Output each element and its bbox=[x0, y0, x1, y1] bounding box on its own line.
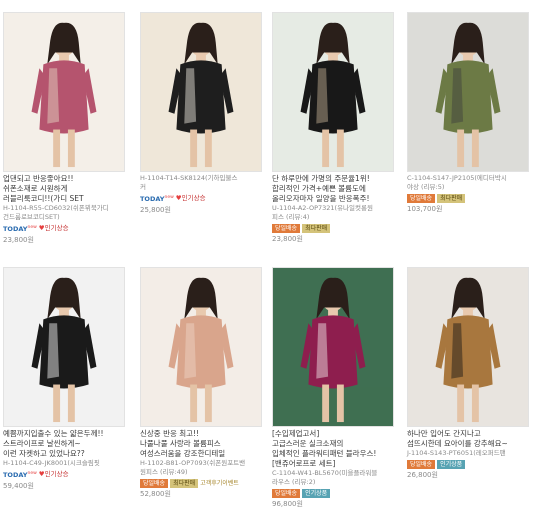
product-photo[interactable] bbox=[3, 267, 125, 427]
product-photo[interactable] bbox=[140, 12, 262, 172]
popular-badge: ♥인기상승 bbox=[38, 224, 69, 233]
product-card[interactable]: 단 하루만에 가명의 주문율1위! 합리적인 가격+예쁜 볼륨도에 올리오자마자… bbox=[272, 12, 394, 244]
product-card[interactable]: 예쁨까지입출수 있는 얇은두께!! 스트라이프로 날씬하게~ 이런 자켓하고 있… bbox=[3, 267, 125, 491]
badge-row: 당일배송 최다판매 고객후기이벤트 bbox=[140, 478, 262, 488]
product-description[interactable]: 신상중 반응 최고!! 나풀나풀 사랑라 볼륨피스 여성스러움을 강조한디테일 bbox=[140, 429, 262, 459]
product-price: 103,700원 bbox=[407, 205, 443, 213]
product-photo[interactable] bbox=[3, 12, 125, 172]
popular-item-badge: 인기상품 bbox=[437, 459, 466, 469]
product-code[interactable]: H-1104-C49-JK8001(시크슬림핏 bbox=[3, 459, 125, 468]
best-seller-badge: 최다판매 bbox=[170, 478, 199, 488]
product-card[interactable]: 업댄되고 반응좋아요!! 쉬폰소재로 시원하게 러블리룩코디!!(가디 SET … bbox=[3, 12, 125, 245]
new-marker: new bbox=[27, 225, 37, 230]
product-code[interactable]: C-1104-S147-JP2105(에디터박시 야상 (리뷰:5) bbox=[407, 174, 529, 192]
product-code[interactable]: C-1104-W41-BL5670(미을플라워블 라우스 (리뷰:2) bbox=[272, 469, 394, 487]
popular-item-badge: 인기상품 bbox=[302, 488, 331, 498]
product-code[interactable]: J-1104-S143-PT6051(레오퍼드팬 bbox=[407, 449, 529, 458]
floral-blouse-photo bbox=[273, 268, 393, 426]
product-code[interactable]: H-1104-R55-CD6032(쉬폰뷔북가디 건드룸로브코디SET) bbox=[3, 204, 125, 222]
same-day-delivery-badge: 당일배송 bbox=[272, 223, 301, 233]
best-seller-badge: 최다판매 bbox=[437, 193, 466, 203]
popular-badge: ♥인기상승 bbox=[175, 194, 206, 203]
today-badge: TODAYnew bbox=[140, 195, 174, 204]
product-description[interactable]: [수입제업고서] 고급스러운 실크소재의 입체적인 플라워티패턴 블라우스! [… bbox=[272, 429, 394, 469]
new-marker: new bbox=[164, 195, 174, 200]
khaki-parka-photo bbox=[408, 13, 528, 171]
striped-jacket-photo bbox=[4, 268, 124, 426]
geometric-skirt-photo bbox=[141, 13, 261, 171]
product-card[interactable]: H-1104-T14-SK8124(기하입불스 커 TODAYnew ♥인기상승 … bbox=[140, 12, 262, 215]
product-photo[interactable] bbox=[407, 267, 529, 427]
product-photo[interactable] bbox=[272, 12, 394, 172]
product-card[interactable]: C-1104-S147-JP2105(에디터박시 야상 (리뷰:5) 당일배송 최… bbox=[407, 12, 529, 214]
today-badge: TODAYnew bbox=[3, 225, 37, 234]
product-code[interactable]: U-1104-A2-OP7321(유나일컷롱원 피스 (리뷰:4) bbox=[272, 204, 394, 222]
product-description[interactable]: 단 하루만에 가명의 주문율1위! 합리적인 가격+예쁜 볼륨도에 올리오자마자… bbox=[272, 174, 394, 204]
same-day-delivery-badge: 당일배송 bbox=[407, 193, 436, 203]
product-code[interactable]: H-1102-B81-OP7093(쉬폰원포트밴 원피스 (리뷰:49) bbox=[140, 459, 262, 477]
leopard-shorts-photo bbox=[408, 268, 528, 426]
popular-badge: ♥인기상승 bbox=[38, 470, 69, 479]
same-day-delivery-badge: 당일배송 bbox=[272, 488, 301, 498]
black-dress-photo bbox=[273, 13, 393, 171]
new-marker: new bbox=[27, 471, 37, 476]
badge-row: 당일배송 최다판매 bbox=[407, 193, 529, 203]
product-photo[interactable] bbox=[407, 12, 529, 172]
product-photo[interactable] bbox=[140, 267, 262, 427]
product-description[interactable]: 업댄되고 반응좋아요!! 쉬폰소재로 시원하게 러블리룩코디!!(가디 SET bbox=[3, 174, 125, 204]
badge-row: TODAYnew ♥인기상승 bbox=[3, 223, 125, 234]
today-badge: TODAYnew bbox=[3, 471, 37, 480]
product-description[interactable]: 예쁨까지입출수 있는 얇은두께!! 스트라이프로 날씬하게~ 이런 자켓하고 있… bbox=[3, 429, 125, 459]
product-code[interactable]: H-1104-T14-SK8124(기하입불스 커 bbox=[140, 174, 262, 192]
product-card[interactable]: 신상중 반응 최고!! 나풀나풀 사랑라 볼륨피스 여성스러움을 강조한디테일 … bbox=[140, 267, 262, 499]
badge-row: 당일배송 최다판매 bbox=[272, 223, 394, 233]
product-price: 96,800원 bbox=[272, 500, 303, 508]
product-card[interactable]: [수입제업고서] 고급스러운 실크소재의 입체적인 플라워티패턴 블라우스! [… bbox=[272, 267, 394, 509]
same-day-delivery-badge: 당일배송 bbox=[140, 478, 169, 488]
badge-row: TODAYnew ♥인기상승 bbox=[140, 193, 262, 204]
product-price: 23,800원 bbox=[3, 236, 34, 245]
same-day-delivery-badge: 당일배송 bbox=[407, 459, 436, 469]
product-description[interactable]: 하나만 입어도 간지나고 섬뜨시한데 요아이를 강추해요~ bbox=[407, 429, 529, 449]
product-price: 25,800원 bbox=[140, 206, 171, 215]
pink-dress-photo bbox=[141, 268, 261, 426]
cream-cardigan-photo bbox=[4, 13, 124, 171]
product-photo[interactable] bbox=[272, 267, 394, 427]
product-card[interactable]: 하나만 입어도 간지나고 섬뜨시한데 요아이를 강추해요~ J-1104-S14… bbox=[407, 267, 529, 480]
product-price: 26,800원 bbox=[407, 471, 438, 479]
best-seller-badge: 최다판매 bbox=[302, 223, 331, 233]
product-price: 59,400원 bbox=[3, 482, 34, 491]
product-price: 23,800원 bbox=[272, 235, 303, 243]
badge-row: TODAYnew ♥인기상승 bbox=[3, 469, 125, 480]
review-event-badge: 고객후기이벤트 bbox=[200, 479, 239, 487]
badge-row: 당일배송 인기상품 bbox=[407, 459, 529, 469]
product-price: 52,800원 bbox=[140, 490, 171, 498]
badge-row: 당일배송 인기상품 bbox=[272, 488, 394, 498]
